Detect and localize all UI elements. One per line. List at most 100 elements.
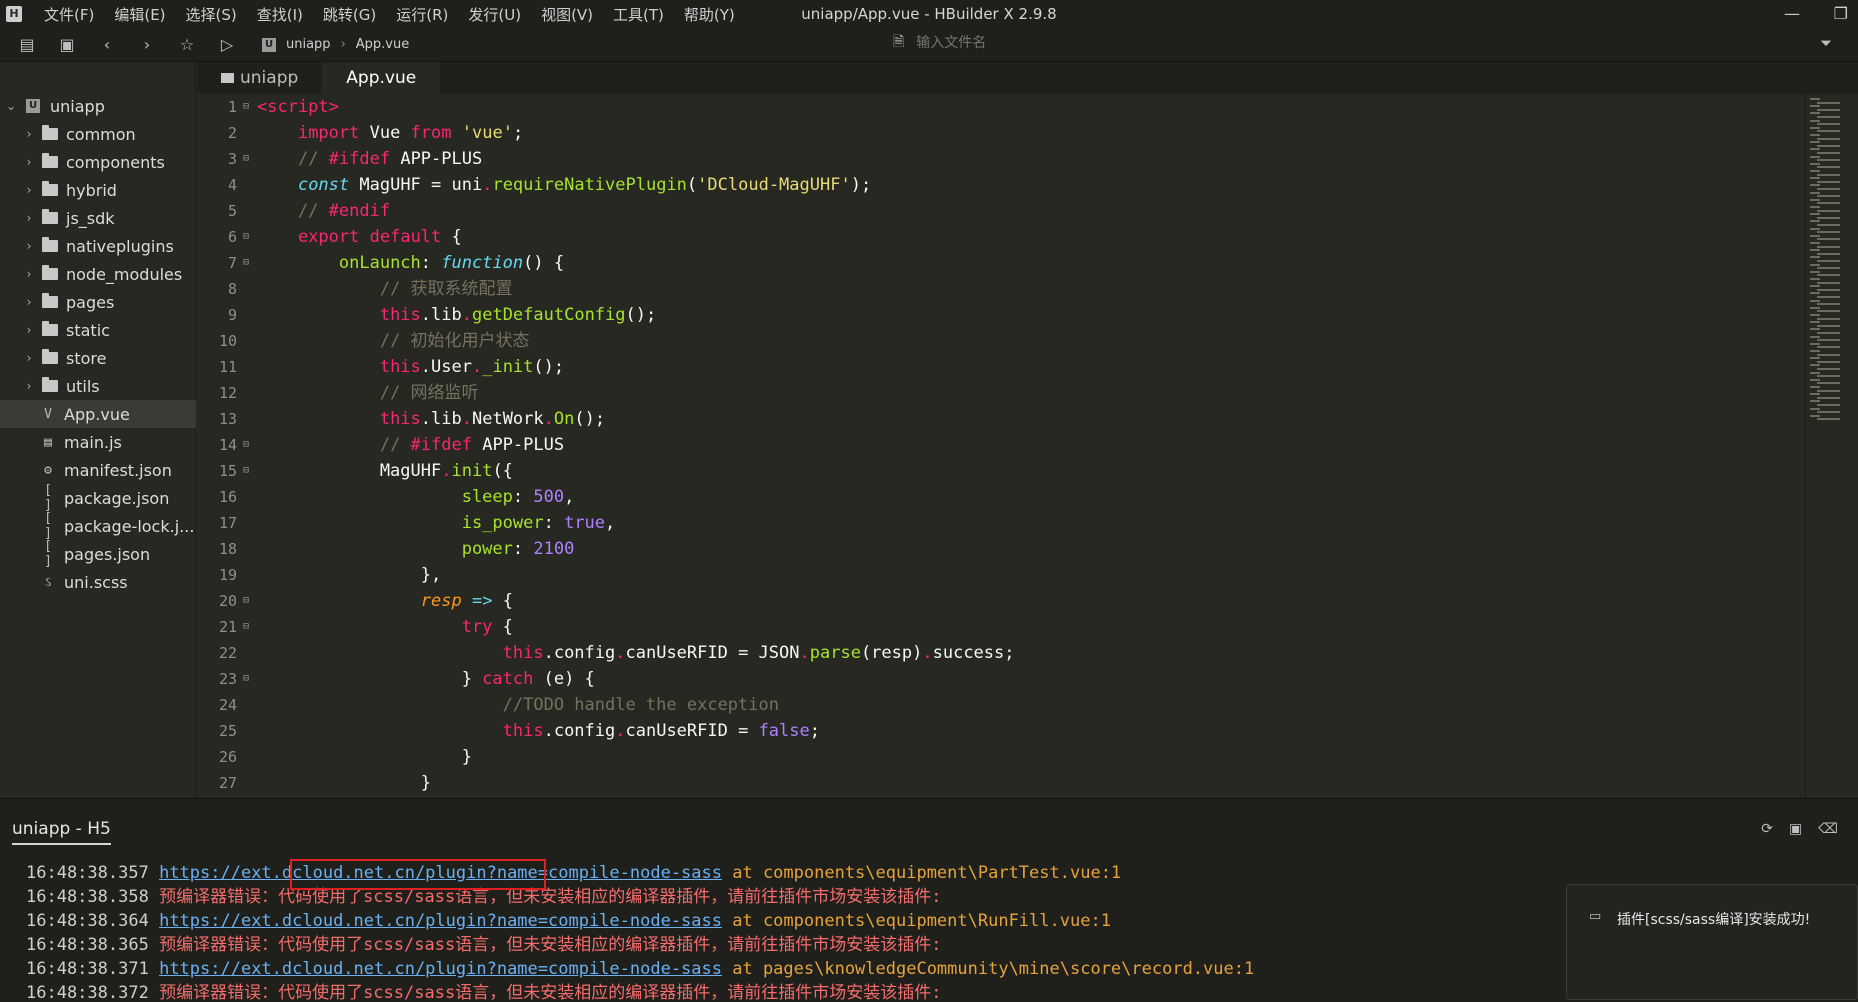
tree-file[interactable]: ▤ main.js: [0, 428, 196, 456]
minimap-line: [1810, 299, 1820, 302]
file-search-input[interactable]: [916, 35, 1417, 51]
tree-file[interactable]: ⚙ manifest.json: [0, 456, 196, 484]
tree-folder-common[interactable]: › common: [0, 120, 196, 148]
code-line[interactable]: 27 }: [197, 770, 1805, 796]
project-explorer: ⌄ U uniapp › common › components › hybrid › js_…: [0, 62, 196, 798]
code-line[interactable]: 17 is_power: true,: [197, 510, 1805, 536]
tree-folder-components[interactable]: › components: [0, 148, 196, 176]
minimap-line: [1810, 119, 1820, 122]
code-line[interactable]: 14 ⊟ // #ifdef APP-PLUS: [197, 432, 1805, 458]
tree-folder-js-sdk[interactable]: › js_sdk: [0, 204, 196, 232]
code-line[interactable]: 6 ⊟ export default {: [197, 224, 1805, 250]
code-line[interactable]: 23 ⊟ } catch (e) {: [197, 666, 1805, 692]
minimap-line: [1817, 332, 1840, 334]
code-line[interactable]: 5 // #endif: [197, 198, 1805, 224]
menu-item[interactable]: 查找(I): [257, 4, 303, 25]
log-timestamp: 16:48:38.357: [26, 863, 149, 883]
forward-icon[interactable]: ›: [134, 32, 160, 58]
minimap-line: [1817, 346, 1840, 349]
code-line[interactable]: 18 power: 2100: [197, 536, 1805, 562]
code-line[interactable]: 1 ⊟ <script>: [197, 94, 1805, 120]
minimap[interactable]: [1805, 94, 1858, 798]
tab-app-vue[interactable]: App.vue: [322, 62, 441, 94]
fold-toggle-icon[interactable]: ⊟: [243, 146, 253, 172]
code-line[interactable]: 25 this.config.canUseRFID = false;: [197, 718, 1805, 744]
plugin-link[interactable]: https://ext.dcloud.net.cn/plugin?name=co…: [159, 911, 722, 931]
plugin-link[interactable]: https://ext.dcloud.net.cn/plugin?name=co…: [159, 959, 722, 979]
fold-toggle-icon[interactable]: ⊟: [243, 250, 253, 276]
tree-file[interactable]: V App.vue: [0, 400, 196, 428]
tree-file[interactable]: ઽ uni.scss: [0, 568, 196, 596]
minimap-line: [1817, 180, 1840, 183]
fold-toggle-icon[interactable]: ⊟: [243, 666, 253, 692]
filter-icon[interactable]: ⏷: [1820, 34, 1832, 52]
code-line[interactable]: 24 //TODO handle the exception: [197, 692, 1805, 718]
code-line[interactable]: 21 ⊟ try {: [197, 614, 1805, 640]
tree-folder-hybrid[interactable]: › hybrid: [0, 176, 196, 204]
tree-file[interactable]: [ ] package-lock.j...: [0, 511, 196, 541]
tree-file[interactable]: [ ] package.json: [0, 483, 196, 513]
code-line[interactable]: 3 ⊟ // #ifdef APP-PLUS: [197, 146, 1805, 172]
fold-toggle-icon[interactable]: ⊟: [243, 458, 253, 484]
bookmark-star-icon[interactable]: ☆: [174, 32, 200, 58]
code-line[interactable]: 26 }: [197, 744, 1805, 770]
rerun-icon[interactable]: ⟳: [1761, 821, 1773, 837]
code-line[interactable]: 11 this.User._init();: [197, 354, 1805, 380]
save-icon[interactable]: ▣: [54, 32, 80, 58]
run-icon[interactable]: ▷: [214, 32, 240, 58]
code-line[interactable]: 15 ⊟ MagUHF.init({: [197, 458, 1805, 484]
menu-item[interactable]: 运行(R): [396, 4, 448, 25]
code-line[interactable]: 19 },: [197, 562, 1805, 588]
minimize-icon[interactable]: —: [1784, 4, 1800, 23]
clear-console-icon[interactable]: ⌫: [1818, 821, 1838, 837]
code-line[interactable]: 13 this.lib.NetWork.On();: [197, 406, 1805, 432]
breadcrumb-file[interactable]: App.vue: [356, 37, 409, 52]
fold-toggle-icon[interactable]: ⊟: [243, 588, 253, 614]
minimap-line: [1817, 144, 1840, 147]
tree-folder-pages[interactable]: › pages: [0, 288, 196, 316]
code-line[interactable]: 9 this.lib.getDefautConfig();: [197, 302, 1805, 328]
tree-folder-store[interactable]: › store: [0, 344, 196, 372]
menu-item[interactable]: 编辑(E): [114, 4, 165, 25]
code-line[interactable]: 4 const MagUHF = uni.requireNativePlugin…: [197, 172, 1805, 198]
code-line[interactable]: 10 // 初始化用户状态: [197, 328, 1805, 354]
tree-folder-utils[interactable]: › utils: [0, 372, 196, 400]
code-line[interactable]: 22 this.config.canUseRFID = JSON.parse(r…: [197, 640, 1805, 666]
fold-toggle-icon[interactable]: ⊟: [243, 224, 253, 250]
back-icon[interactable]: ‹: [94, 32, 120, 58]
tree-file[interactable]: [ ] pages.json: [0, 539, 196, 569]
code-line[interactable]: 8 // 获取系统配置: [197, 276, 1805, 302]
menu-item[interactable]: 选择(S): [186, 4, 237, 25]
menu-item[interactable]: 帮助(Y): [684, 4, 735, 25]
code-line[interactable]: 16 sleep: 500,: [197, 484, 1805, 510]
fold-toggle-icon[interactable]: ⊟: [243, 614, 253, 640]
tree-folder-nativeplugins[interactable]: › nativeplugins: [0, 232, 196, 260]
code-line[interactable]: 12 // 网络监听: [197, 380, 1805, 406]
console-actions: ⟳ ▣ ⌫: [1761, 821, 1838, 837]
tree-root-uniapp[interactable]: ⌄ U uniapp: [0, 92, 196, 120]
menu-item[interactable]: 文件(F): [44, 4, 94, 25]
code-line[interactable]: 7 ⊟ onLaunch: function() {: [197, 250, 1805, 276]
console-tab[interactable]: uniapp - H5: [12, 819, 111, 845]
restore-icon[interactable]: ❐: [1834, 4, 1848, 23]
code-editor[interactable]: 1 ⊟ <script> 2 import Vue from 'vue'; 3 ⊟ // …: [197, 94, 1805, 798]
tree-folder-node-modules[interactable]: › node_modules: [0, 260, 196, 288]
fold-toggle-icon[interactable]: ⊟: [243, 432, 253, 458]
menu-item[interactable]: 工具(T): [613, 4, 664, 25]
chevron-right-icon: ›: [26, 183, 32, 197]
minimap-line: [1810, 227, 1820, 230]
notification-toast[interactable]: ▭ 插件[scss/sass编译]安装成功!: [1566, 884, 1858, 1000]
stop-icon[interactable]: ▣: [1789, 821, 1802, 837]
menu-item[interactable]: 视图(V): [541, 4, 593, 25]
tab-uniapp[interactable]: uniapp: [197, 62, 322, 94]
breadcrumb-project[interactable]: uniapp: [286, 37, 331, 52]
menu-item[interactable]: 跳转(G): [323, 4, 376, 25]
fold-toggle-icon[interactable]: ⊟: [243, 94, 253, 120]
code-line[interactable]: 2 import Vue from 'vue';: [197, 120, 1805, 146]
new-file-icon[interactable]: ▤: [14, 32, 40, 58]
code-line[interactable]: 20 ⊟ resp => {: [197, 588, 1805, 614]
tree-folder-static[interactable]: › static: [0, 316, 196, 344]
tree-file-label: package-lock.j...: [64, 516, 195, 536]
minimap-line: [1817, 245, 1840, 248]
menu-item[interactable]: 发行(U): [468, 4, 521, 25]
